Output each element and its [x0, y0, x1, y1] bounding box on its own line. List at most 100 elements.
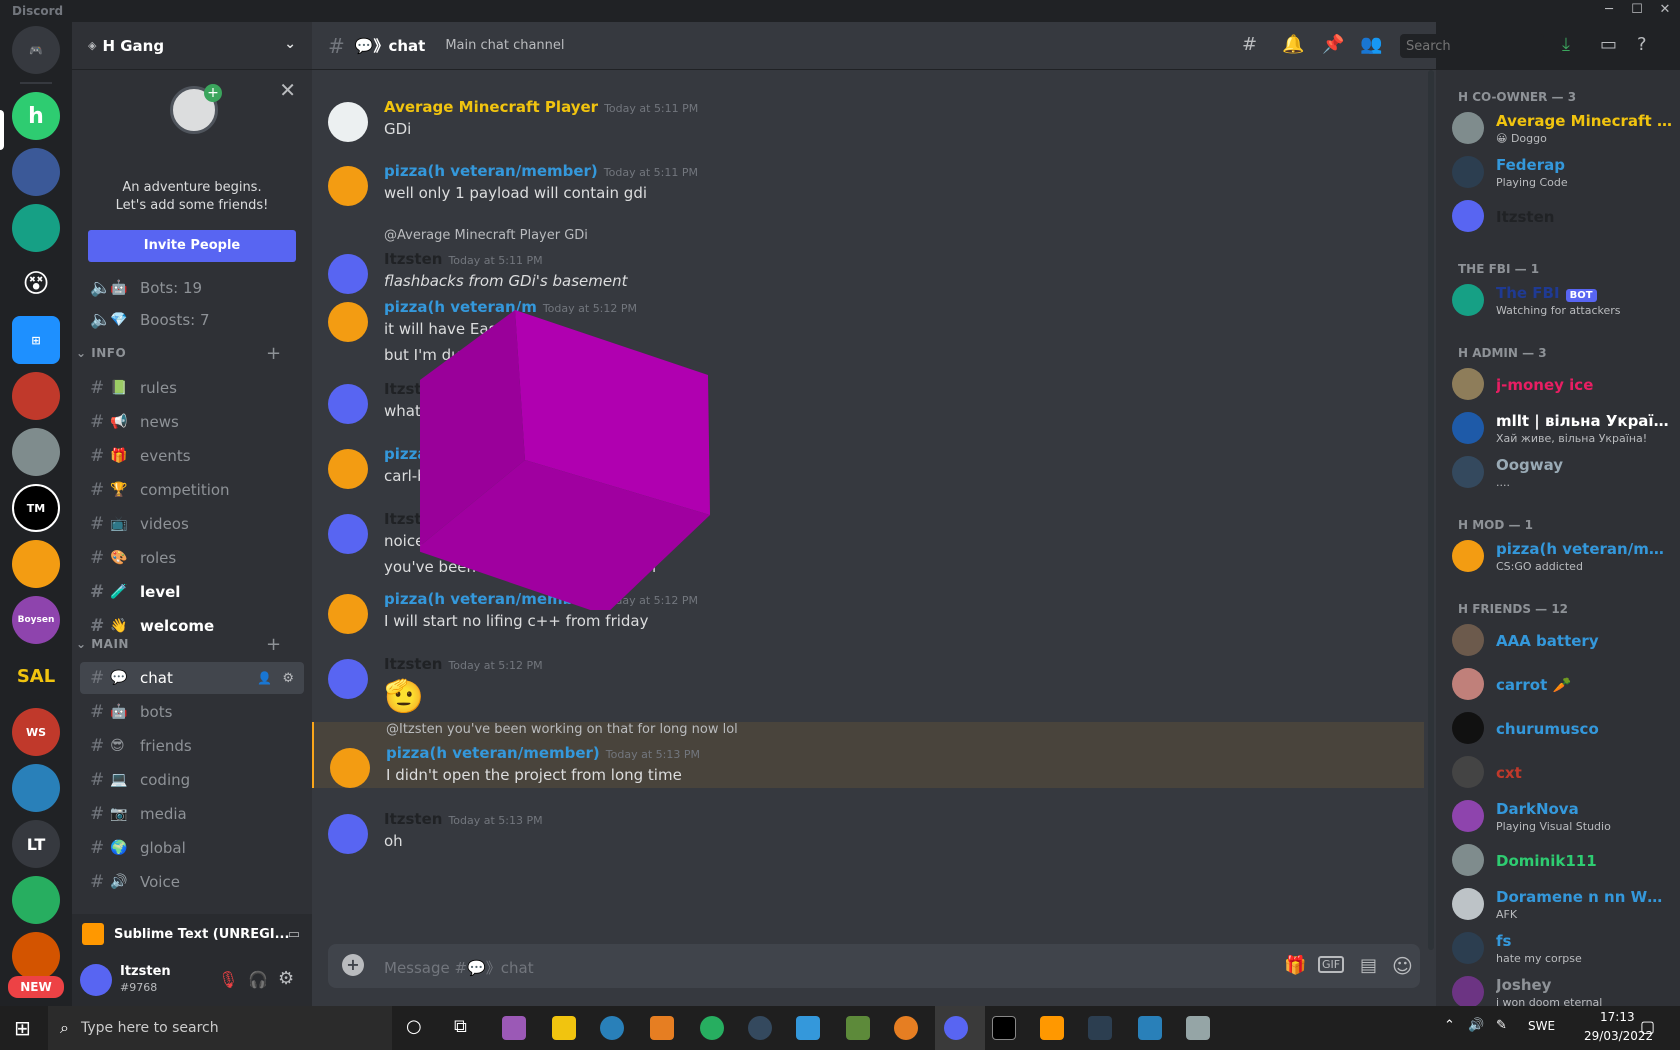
member-item[interactable]: mllt | вільна Україна! Хай живе, вільна У… [1452, 408, 1672, 450]
avatar[interactable] [1452, 668, 1484, 700]
chrome-icon[interactable] [700, 1016, 724, 1040]
server-icon[interactable] [12, 876, 60, 924]
mute-mic-icon[interactable]: 🎙 [218, 970, 238, 989]
member-item[interactable]: Doramene n nn W11 U... AFK [1452, 884, 1672, 926]
member-item[interactable]: Oogway.... [1452, 452, 1672, 494]
channel-global[interactable]: # 🌍 global [80, 832, 304, 864]
server-icon[interactable]: TM [12, 484, 60, 532]
channel-voice[interactable]: # 🔊 Voice [80, 866, 304, 898]
channel-level[interactable]: # 🧪 level [80, 576, 304, 608]
pen-icon[interactable]: ✎ [1496, 1018, 1507, 1033]
screen-share-icon[interactable]: ▭ [288, 927, 300, 942]
server-icon[interactable] [12, 540, 60, 588]
avatar[interactable] [80, 964, 112, 996]
close-window-icon[interactable]: ✕ [1651, 2, 1679, 20]
avatar[interactable] [1452, 800, 1484, 832]
message-input[interactable]: Message #💬》chat [384, 957, 534, 978]
server-header[interactable]: ◈ H Gang ⌄ [72, 22, 312, 70]
member-item[interactable]: churumusco [1452, 708, 1672, 750]
member-item[interactable]: cxt [1452, 752, 1672, 794]
avatar[interactable] [1452, 540, 1484, 572]
message-composer[interactable]: + Message #💬》chat 🎁 GIF ▤ ☺ [328, 944, 1420, 988]
add-channel-icon[interactable]: + [266, 343, 282, 364]
server-icon[interactable]: LT [12, 820, 60, 868]
reply-preview[interactable]: @Itzsten you've been working on that for… [386, 722, 738, 737]
inbox-icon[interactable]: ▭ [1600, 34, 1617, 55]
member-item[interactable]: Federap Playing Code [1452, 152, 1672, 194]
clock-time[interactable]: 17:13 [1600, 1010, 1635, 1024]
channel-videos[interactable]: # 📺 videos [80, 508, 304, 540]
headphones-icon[interactable]: 🎧 [248, 970, 268, 989]
maximize-icon[interactable]: ☐ [1623, 2, 1651, 20]
scrollbar[interactable] [1428, 70, 1434, 950]
avatar[interactable] [328, 514, 368, 554]
avatar[interactable] [1452, 932, 1484, 964]
minecraft-icon[interactable] [846, 1016, 870, 1040]
pin-icon[interactable]: 📌 [1322, 34, 1344, 55]
stat-bots[interactable]: 🔈 🤖 Bots: 19 [80, 272, 304, 304]
member-item[interactable]: j-money ice [1452, 364, 1672, 406]
avatar[interactable] [328, 166, 368, 206]
member-item[interactable]: carrot 🥕 [1452, 664, 1672, 706]
member-item[interactable]: DarkNova Playing Visual Studio [1452, 796, 1672, 838]
channel-news[interactable]: # 📢 news [80, 406, 304, 438]
app-icon[interactable] [600, 1016, 624, 1040]
file-explorer-icon[interactable] [552, 1016, 576, 1040]
message[interactable]: @Itzsten you've been working on that for… [312, 722, 1424, 788]
avatar[interactable] [1452, 756, 1484, 788]
channel-coding[interactable]: # 💻 coding [80, 764, 304, 796]
terminal-icon[interactable] [992, 1016, 1016, 1040]
avatar[interactable] [328, 384, 368, 424]
gif-icon[interactable]: GIF [1318, 956, 1345, 973]
avatar[interactable] [328, 449, 368, 489]
help-icon[interactable]: ? [1637, 34, 1647, 55]
add-attachment-icon[interactable]: + [342, 954, 364, 976]
gear-icon[interactable]: ⚙ [282, 671, 294, 686]
search-input[interactable] [1400, 34, 1544, 58]
activity-bar[interactable]: Sublime Text (UNREGI... ▭ [72, 914, 312, 954]
message-author[interactable]: Itzsten Today at 5:12 PM [384, 655, 543, 673]
app-icon[interactable] [502, 1016, 526, 1040]
close-icon[interactable]: ✕ [279, 78, 296, 102]
app-icon[interactable] [1138, 1016, 1162, 1040]
avatar[interactable] [328, 814, 368, 854]
discord-home-icon[interactable]: 🎮 [12, 26, 60, 74]
channel-welcome[interactable]: # 👋 welcome [80, 610, 304, 642]
avatar[interactable] [328, 254, 368, 294]
channel-friends[interactable]: # 😎 friends [80, 730, 304, 762]
channel-bots[interactable]: # 🤖 bots [80, 696, 304, 728]
message-author[interactable]: Itzsten Today at 5:13 PM [384, 810, 543, 828]
avatar[interactable] [1452, 624, 1484, 656]
member-item[interactable]: AAA battery [1452, 620, 1672, 662]
server-icon[interactable]: WS [12, 708, 60, 756]
message-author[interactable]: pizza(h veteran/member) Today at 5:13 PM [386, 744, 700, 762]
download-icon[interactable]: ⤓ [1562, 34, 1570, 55]
store-icon[interactable] [796, 1016, 820, 1040]
chevron-down-icon[interactable]: ⌄ [284, 36, 296, 52]
discord-taskbar-icon[interactable] [944, 1016, 968, 1040]
server-h-gang[interactable]: h [12, 92, 60, 140]
member-item[interactable]: Average Minecraft Pla... 😀 Doggo [1452, 108, 1672, 150]
member-item[interactable]: Joshey i won doom eternal [1452, 972, 1672, 1006]
avatar[interactable] [330, 748, 370, 788]
avatar[interactable] [1452, 888, 1484, 920]
server-icon[interactable] [12, 148, 60, 196]
app-icon[interactable] [650, 1016, 674, 1040]
gift-icon[interactable]: 🎁 [1284, 955, 1306, 976]
windows-start-icon[interactable]: ⊞ [14, 1016, 31, 1040]
stat-boosts[interactable]: 🔈 💎 Boosts: 7 [80, 304, 304, 336]
channel-chat[interactable]: # 💬 chat ⚙ 👤 [80, 662, 304, 694]
threads-icon[interactable]: # [1242, 34, 1257, 55]
app-icon[interactable] [1186, 1016, 1210, 1040]
server-icon[interactable]: Boysen [12, 596, 60, 644]
avatar[interactable] [328, 659, 368, 699]
language-indicator[interactable]: SWE [1528, 1019, 1555, 1033]
add-member-icon[interactable]: 👤 [257, 671, 272, 685]
minimize-icon[interactable]: ─ [1595, 2, 1623, 20]
channel-media[interactable]: # 📷 media [80, 798, 304, 830]
sticker-icon[interactable]: ▤ [1360, 955, 1377, 976]
app-icon[interactable] [1088, 1016, 1112, 1040]
message-author[interactable]: Average Minecraft Player Today at 5:11 PM [384, 98, 698, 116]
message-author[interactable]: pizza(h veteran/member) Today at 5:11 PM [384, 162, 698, 180]
task-view-icon[interactable]: ⧉ [454, 1016, 467, 1037]
